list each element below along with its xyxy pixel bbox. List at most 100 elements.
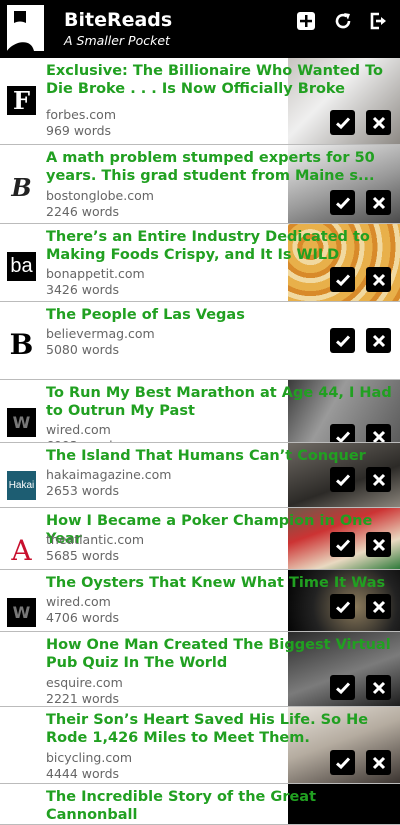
- mark-read-button[interactable]: [330, 267, 355, 292]
- site-favicon: [7, 660, 36, 689]
- article-domain: bostonglobe.com: [46, 188, 154, 203]
- favicon-letter: ba: [10, 255, 33, 277]
- article-title[interactable]: The Oysters That Knew What Time It Was: [46, 574, 394, 592]
- mark-read-button[interactable]: [330, 750, 355, 775]
- list-item: F Exclusive: The Billionaire Who Wanted T…: [0, 58, 400, 145]
- remove-article-button[interactable]: [366, 467, 391, 492]
- site-favicon: W: [7, 408, 36, 437]
- remove-article-button[interactable]: [366, 110, 391, 135]
- site-favicon: B: [7, 173, 36, 202]
- site-favicon: A: [7, 534, 36, 567]
- remove-article-button[interactable]: [366, 424, 391, 442]
- favicon-letter: B: [11, 173, 32, 202]
- remove-article-button[interactable]: [366, 675, 391, 700]
- remove-article-button[interactable]: [366, 594, 391, 619]
- check-icon: [335, 473, 350, 486]
- mark-read-button[interactable]: [330, 190, 355, 215]
- favicon-letter: Hakai: [8, 480, 35, 491]
- check-icon: [335, 756, 350, 769]
- list-item: The Incredible Story of the Great Cannon…: [0, 784, 400, 825]
- close-icon: [372, 116, 385, 129]
- article-list: F Exclusive: The Billionaire Who Wanted T…: [0, 58, 400, 825]
- article-domain: hakaimagazine.com: [46, 467, 172, 482]
- remove-article-button[interactable]: [366, 190, 391, 215]
- article-domain: wired.com: [46, 594, 111, 609]
- plus-square-icon: [297, 12, 315, 30]
- article-title[interactable]: Exclusive: The Billionaire Who Wanted To…: [46, 62, 394, 98]
- list-item: Their Son’s Heart Saved His Life. So He …: [0, 707, 400, 784]
- list-item: ba There’s an Entire Industry Dedicated t…: [0, 224, 400, 302]
- check-icon: [335, 196, 350, 209]
- favicon-letter: W: [12, 603, 31, 622]
- mark-read-button[interactable]: [330, 594, 355, 619]
- article-word-count: 2246 words: [46, 204, 120, 219]
- mark-read-button[interactable]: [330, 467, 355, 492]
- logout-button[interactable]: [367, 10, 389, 32]
- article-title[interactable]: The People of Las Vegas: [46, 306, 394, 324]
- article-word-count: 4444 words: [46, 766, 120, 781]
- check-icon: [335, 334, 350, 347]
- check-icon: [335, 273, 350, 286]
- check-icon: [335, 681, 350, 694]
- favicon-letter: F: [12, 86, 31, 115]
- check-icon: [335, 538, 350, 551]
- mark-read-button[interactable]: [330, 328, 355, 353]
- article-title[interactable]: The Island That Humans Can’t Conquer: [46, 447, 394, 465]
- remove-article-button[interactable]: [366, 328, 391, 353]
- remove-article-button[interactable]: [366, 750, 391, 775]
- article-domain: esquire.com: [46, 675, 123, 690]
- sign-out-icon: [370, 12, 386, 30]
- site-favicon: ba: [7, 252, 36, 281]
- list-item: A How I Became a Poker Champion in One Ye…: [0, 508, 400, 570]
- close-icon: [372, 196, 385, 209]
- article-title[interactable]: To Run My Best Marathon at Age 44, I Had…: [46, 384, 394, 420]
- site-favicon: [7, 812, 36, 824]
- article-title[interactable]: A math problem stumped experts for 50 ye…: [46, 149, 394, 185]
- list-item: Hakai The Island That Humans Can’t Conque…: [0, 443, 400, 508]
- mark-read-button[interactable]: [330, 532, 355, 557]
- close-icon: [372, 756, 385, 769]
- site-favicon: W: [7, 598, 36, 627]
- list-item: B The People of Las Vegas believermag.com 5…: [0, 302, 400, 380]
- list-item: How One Man Created The Biggest Virtual …: [0, 632, 400, 707]
- list-item: W The Oysters That Knew What Time It Was w…: [0, 570, 400, 632]
- remove-article-button[interactable]: [366, 267, 391, 292]
- site-favicon: B: [7, 328, 36, 361]
- close-icon: [372, 473, 385, 486]
- app-title: BiteReads: [64, 9, 173, 31]
- check-icon: [335, 600, 350, 613]
- article-title[interactable]: How One Man Created The Biggest Virtual …: [46, 636, 394, 672]
- close-icon: [372, 681, 385, 694]
- site-favicon: [7, 735, 36, 764]
- refresh-button[interactable]: [332, 10, 354, 32]
- favicon-letter: W: [12, 413, 31, 432]
- app-subtitle: A Smaller Pocket: [64, 33, 170, 48]
- article-title[interactable]: The Incredible Story of the Great Cannon…: [46, 788, 394, 824]
- close-icon: [372, 538, 385, 551]
- article-domain: bonappetit.com: [46, 266, 145, 281]
- article-word-count: 2653 words: [46, 483, 120, 498]
- close-icon: [372, 430, 385, 442]
- list-item: W To Run My Best Marathon at Age 44, I Ha…: [0, 380, 400, 443]
- article-word-count: 5685 words: [46, 548, 120, 563]
- article-domain: forbes.com: [46, 107, 116, 122]
- refresh-icon: [335, 13, 351, 29]
- site-favicon: F: [7, 86, 36, 115]
- favicon-letter: A: [11, 534, 32, 567]
- app-header: BiteReads A Smaller Pocket: [0, 0, 400, 58]
- article-title[interactable]: Their Son’s Heart Saved His Life. So He …: [46, 711, 394, 747]
- article-title[interactable]: There’s an Entire Industry Dedicated to …: [46, 228, 394, 264]
- article-word-count: 4706 words: [46, 610, 120, 625]
- article-word-count: 3426 words: [46, 282, 120, 297]
- remove-article-button[interactable]: [366, 532, 391, 557]
- favicon-letter: B: [9, 328, 34, 361]
- article-domain: wired.com: [46, 422, 111, 437]
- article-word-count: 969 words: [46, 123, 112, 138]
- mark-read-button[interactable]: [330, 424, 355, 442]
- mark-read-button[interactable]: [330, 675, 355, 700]
- article-domain: theatlantic.com: [46, 532, 145, 547]
- article-word-count: 5080 words: [46, 342, 120, 357]
- add-article-button[interactable]: [295, 10, 317, 32]
- list-item: B A math problem stumped experts for 50 y…: [0, 145, 400, 224]
- mark-read-button[interactable]: [330, 110, 355, 135]
